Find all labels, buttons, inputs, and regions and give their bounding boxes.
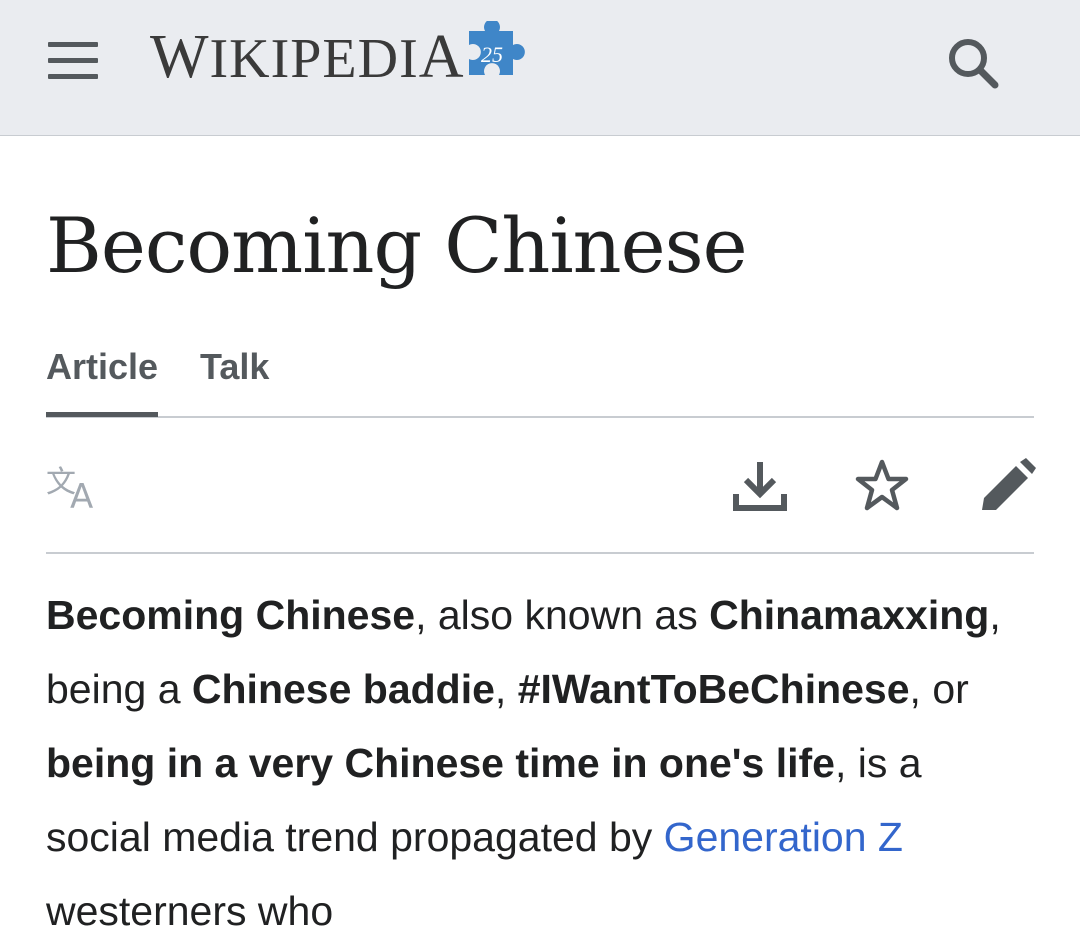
bold-term: being in a very Chinese time in one's li… [46,740,835,786]
tab-talk[interactable]: Talk [200,338,269,416]
svg-text:A: A [70,477,93,512]
page-actions-toolbar: 文 A [46,418,1036,554]
download-icon[interactable] [732,458,788,519]
pencil-icon[interactable] [978,456,1036,519]
top-header: WIKIPEDIA 25 [0,0,1080,136]
article-lead-paragraph: Becoming Chinese, also known as Chinamax… [46,592,1001,934]
star-icon[interactable] [854,458,910,519]
wikipedia-logo[interactable]: WIKIPEDIA 25 [150,21,527,92]
menu-icon[interactable] [46,38,100,84]
bold-term: Chinese baddie [191,666,495,712]
page-tabs: Article Talk [46,338,1034,418]
bold-term: Becoming Chinese [46,592,416,638]
page-title: Becoming Chinese [46,201,748,290]
search-icon[interactable] [940,32,1004,92]
puzzle-piece-icon: 25 [468,21,525,75]
logo-badge: 25 [481,42,503,67]
link-generation-z[interactable]: Generation Z [664,814,903,860]
tab-article[interactable]: Article [46,338,158,417]
language-icon[interactable]: 文 A [46,462,104,517]
bold-term: Chinamaxxing [709,592,990,638]
logo-wordmark: WIKIPEDIA [150,23,465,91]
bold-term: #IWantToBeChinese [517,666,910,712]
